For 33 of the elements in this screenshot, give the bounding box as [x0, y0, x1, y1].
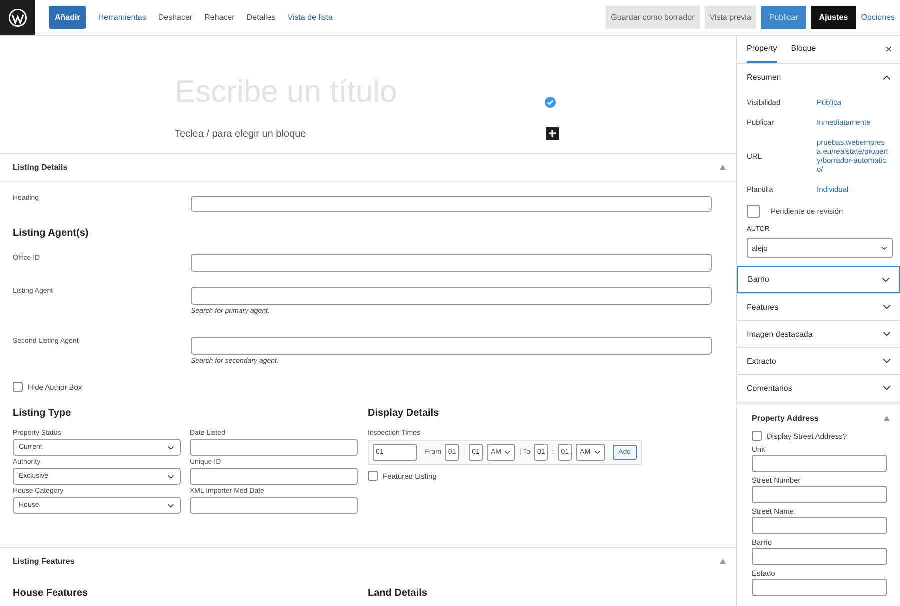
save-draft-button[interactable]: Guardar como borrador [606, 6, 700, 29]
panel-header[interactable]: Features [737, 293, 900, 320]
section-title: Listing Features [13, 557, 75, 566]
panel-title: Comentarios [747, 384, 792, 392]
panel-header[interactable]: Barrio [737, 266, 900, 293]
subsection-title: Listing Agent(s) [13, 228, 90, 239]
close-button[interactable]: × [886, 44, 892, 56]
toolbar-button[interactable]: Detalles [246, 13, 276, 22]
subsection-title: Display Details [368, 408, 440, 419]
preview-button[interactable]: Vista previa [704, 6, 756, 29]
block-placeholder[interactable]: Teclea / para elegir un bloque [175, 129, 306, 140]
panel-title[interactable]: Resumen [747, 73, 782, 82]
panel-title: Imagen destacada [747, 330, 813, 338]
toolbar-button[interactable]: Vista de lista [288, 13, 333, 22]
panel-title: Features [747, 302, 779, 312]
section-title: Listing Details [13, 163, 68, 172]
panel-header[interactable]: Comentarios [737, 374, 900, 401]
panel-title: Barrio [748, 275, 770, 284]
subsection-title: House Features [13, 588, 90, 599]
options-button[interactable]: Opciones [861, 13, 895, 22]
panel-title: Extracto [747, 356, 776, 366]
sidebar-tab[interactable]: Property [747, 36, 778, 63]
toolbar-button[interactable]: Deshacer [158, 13, 193, 22]
panel-header[interactable]: Imagen destacada [737, 320, 900, 347]
toolbar-button[interactable]: Herramientas [98, 13, 146, 22]
subsection-title: Listing Type [13, 408, 72, 419]
toolbar-button[interactable]: Rehacer [204, 13, 235, 22]
settings-button[interactable]: Ajustes [811, 6, 856, 29]
add-button[interactable]: Añadir [49, 6, 86, 29]
sidebar-tab[interactable]: Bloque [791, 36, 816, 63]
panel-header[interactable]: Extracto [737, 347, 900, 374]
subsection-title: Land Details [368, 588, 428, 599]
panel-title: Property Address [752, 414, 819, 422]
